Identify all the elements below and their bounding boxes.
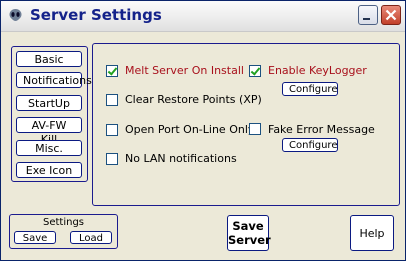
settings-group: Settings Save Load [9, 214, 118, 249]
save-server-line2: Server [228, 233, 271, 247]
close-icon [385, 9, 397, 21]
melt-server-checkbox[interactable] [106, 65, 118, 77]
save-server-line1: Save [232, 219, 264, 233]
section-nav: Basic Notifications StartUp AV-FW Kill M… [11, 46, 92, 182]
nav-misc-button[interactable]: Misc. [16, 140, 82, 156]
minimize-icon [363, 18, 370, 20]
no-lan-notifications-checkbox[interactable] [106, 153, 118, 165]
alien-app-icon [9, 9, 22, 21]
nav-av-fw-kill-button[interactable]: AV-FW Kill [16, 117, 82, 146]
nav-startup-button[interactable]: StartUp [16, 95, 82, 111]
window-title: Server Settings [30, 6, 162, 24]
minimize-button[interactable] [358, 5, 378, 25]
fake-error-message-checkbox[interactable] [249, 123, 261, 135]
misc-options-panel: Melt Server On Install Enable KeyLogger … [92, 43, 400, 206]
fake-error-configure-button[interactable]: Configure [282, 138, 338, 152]
settings-group-title: Settings [42, 217, 84, 228]
keylogger-configure-button[interactable]: Configure [282, 82, 338, 96]
enable-keylogger-checkbox[interactable] [249, 65, 261, 77]
client-area: Basic Notifications StartUp AV-FW Kill M… [2, 32, 405, 260]
nav-notifications-button[interactable]: Notifications [16, 72, 92, 88]
server-settings-window: Server Settings Basic Notifications Star… [0, 0, 406, 261]
open-port-online-checkbox[interactable] [106, 124, 118, 136]
close-button[interactable] [381, 5, 401, 25]
settings-load-button[interactable]: Load [70, 231, 112, 244]
clear-restore-points-label: Clear Restore Points (XP) [125, 93, 262, 106]
no-lan-notifications-label: No LAN notifications [125, 152, 237, 165]
title-bar[interactable]: Server Settings [1, 1, 405, 32]
save-server-button[interactable]: Save Server [227, 215, 271, 251]
nav-basic-button[interactable]: Basic [16, 51, 82, 67]
melt-server-label: Melt Server On Install [125, 64, 244, 77]
fake-error-message-label: Fake Error Message [268, 123, 375, 136]
enable-keylogger-label: Enable KeyLogger [268, 64, 367, 77]
clear-restore-points-checkbox[interactable] [106, 94, 118, 106]
help-button[interactable]: Help [350, 215, 394, 251]
nav-exe-icon-button[interactable]: Exe Icon [16, 162, 82, 178]
settings-save-button[interactable]: Save [14, 231, 56, 244]
open-port-online-label: Open Port On-Line Only [125, 123, 255, 136]
